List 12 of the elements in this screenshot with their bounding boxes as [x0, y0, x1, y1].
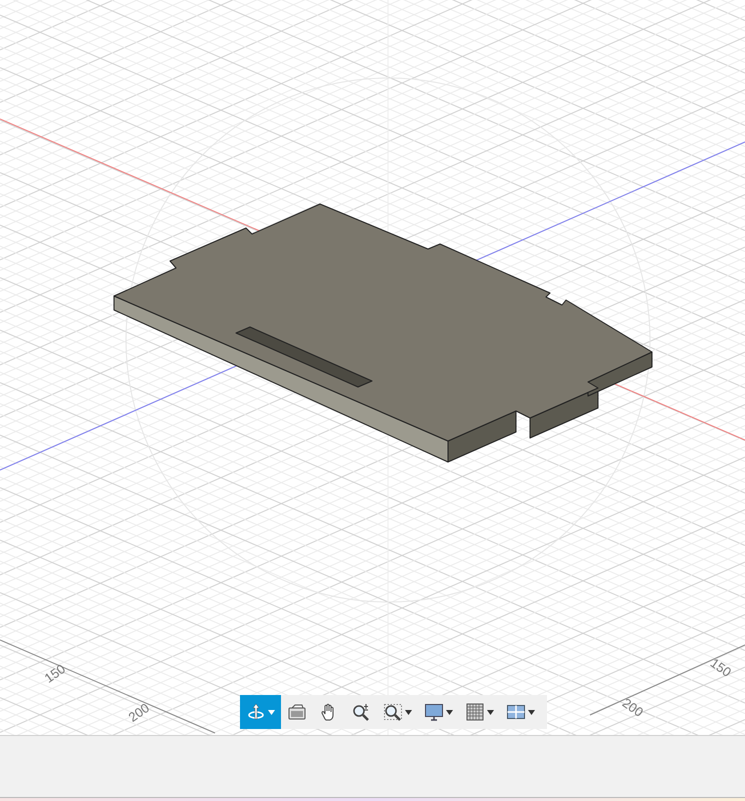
monitor-icon [424, 702, 444, 722]
axis-label: 200 [126, 700, 152, 725]
zoom-fit-icon [383, 702, 403, 722]
axis-label: 150 [42, 661, 68, 686]
zoom-icon [351, 702, 371, 722]
monitor-box-icon [287, 702, 307, 722]
split-view-icon [506, 702, 526, 722]
grid-icon [465, 702, 485, 722]
orbit-icon [246, 702, 266, 722]
orbit-button[interactable] [240, 695, 281, 729]
axis-label: 150 [708, 655, 734, 680]
axis-label: 200 [620, 695, 646, 720]
